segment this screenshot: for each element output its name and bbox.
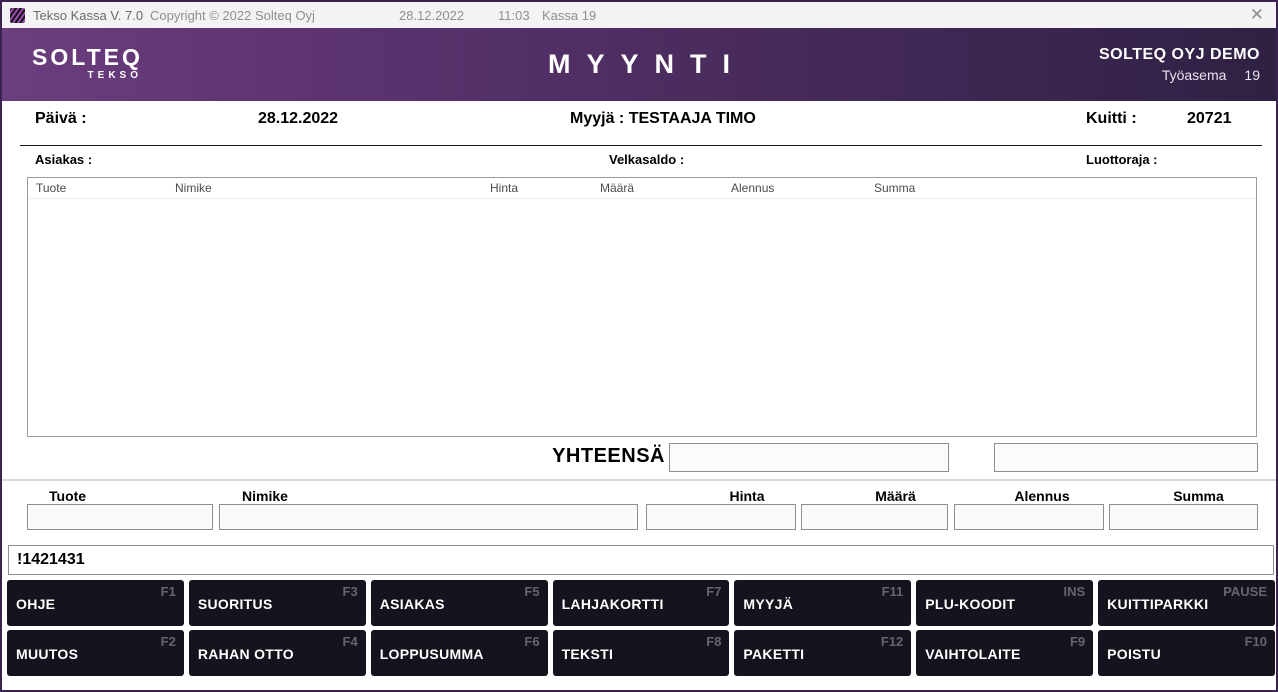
table-header-row: Tuote Nimike Hinta Määrä Alennus Summa bbox=[28, 178, 1256, 199]
f5-key-label: F5 bbox=[524, 584, 539, 599]
section-separator bbox=[2, 479, 1276, 481]
copyright-text: Copyright © 2022 Solteq Oyj bbox=[150, 8, 315, 23]
plu-koodit-button[interactable]: INS PLU-KOODIT bbox=[916, 580, 1093, 626]
company-name: SOLTEQ OYJ DEMO bbox=[1099, 46, 1260, 64]
ohje-button[interactable]: F1 OHJE bbox=[7, 580, 184, 626]
summa-input[interactable] bbox=[1109, 504, 1258, 530]
f6-key-label: F6 bbox=[524, 634, 539, 649]
page-title: MYYNTI bbox=[2, 49, 1276, 80]
app-window: Tekso Kassa V. 7.0 Copyright © 2022 Solt… bbox=[0, 0, 1278, 692]
kuittiparkki-button[interactable]: PAUSE KUITTIPARKKI bbox=[1098, 580, 1275, 626]
nimike-input[interactable] bbox=[219, 504, 638, 530]
maara-input[interactable] bbox=[801, 504, 948, 530]
col-header-hinta: Hinta bbox=[490, 181, 518, 195]
customer-label: Asiakas : bbox=[35, 152, 92, 167]
seller-value: TESTAAJA TIMO bbox=[629, 110, 756, 127]
total-label: YHTEENSÄ bbox=[542, 445, 665, 468]
f10-key-label: F10 bbox=[1245, 634, 1267, 649]
hinta-input[interactable] bbox=[646, 504, 796, 530]
summa-field-label: Summa bbox=[1109, 488, 1258, 504]
f9-key-label: F9 bbox=[1070, 634, 1085, 649]
col-header-alennus: Alennus bbox=[731, 181, 774, 195]
asiakas-button[interactable]: F5 ASIAKAS bbox=[371, 580, 548, 626]
receipt-label: Kuitti : bbox=[1086, 110, 1137, 128]
suoritus-button[interactable]: F3 SUORITUS bbox=[189, 580, 366, 626]
poistu-button[interactable]: F10 POISTU bbox=[1098, 630, 1275, 676]
col-header-summa: Summa bbox=[874, 181, 915, 195]
loppusumma-button[interactable]: F6 LOPPUSUMMA bbox=[371, 630, 548, 676]
customer-info-row: Asiakas : Velkasaldo : Luottoraja : bbox=[2, 152, 1276, 170]
ins-key-label: INS bbox=[1063, 584, 1085, 599]
entry-field-hinta: Hinta bbox=[646, 488, 796, 504]
date-value: 28.12.2022 bbox=[258, 110, 338, 128]
app-logo-icon bbox=[10, 8, 25, 23]
entry-field-tuote: Tuote bbox=[27, 488, 213, 504]
paketti-button[interactable]: F12 PAKETTI bbox=[734, 630, 911, 676]
f4-key-label: F4 bbox=[343, 634, 358, 649]
entry-field-maara: Määrä bbox=[801, 488, 948, 504]
col-header-tuote: Tuote bbox=[36, 181, 66, 195]
hinta-field-label: Hinta bbox=[646, 488, 796, 504]
workstation-label: Työasema bbox=[1162, 67, 1227, 83]
window-title: Tekso Kassa V. 7.0 bbox=[33, 8, 143, 23]
seller-info: Myyjä : TESTAAJA TIMO bbox=[570, 110, 756, 128]
close-icon[interactable]: ✕ bbox=[1250, 5, 1264, 25]
sale-items-table: Tuote Nimike Hinta Määrä Alennus Summa bbox=[27, 177, 1257, 437]
titlebar: Tekso Kassa V. 7.0 Copyright © 2022 Solt… bbox=[2, 2, 1276, 28]
muutos-button[interactable]: F2 MUUTOS bbox=[7, 630, 184, 676]
titlebar-date: 28.12.2022 bbox=[399, 8, 464, 23]
tuote-field-label: Tuote bbox=[27, 488, 213, 504]
divider-line bbox=[20, 145, 1262, 146]
f7-key-label: F7 bbox=[706, 584, 721, 599]
header-right-block: SOLTEQ OYJ DEMO Työasema 19 bbox=[1099, 46, 1260, 83]
alennus-input[interactable] bbox=[954, 504, 1104, 530]
vaihtolaite-button[interactable]: F9 VAIHTOLAITE bbox=[916, 630, 1093, 676]
maara-field-label: Määrä bbox=[801, 488, 948, 504]
alennus-field-label: Alennus bbox=[954, 488, 1104, 504]
col-header-maara: Määrä bbox=[600, 181, 634, 195]
workstation-info: Työasema 19 bbox=[1099, 67, 1260, 83]
pause-key-label: PAUSE bbox=[1223, 584, 1267, 599]
col-header-nimike: Nimike bbox=[175, 181, 212, 195]
sale-info-row: Päivä : 28.12.2022 Myyjä : TESTAAJA TIMO… bbox=[2, 110, 1276, 136]
command-line-input[interactable] bbox=[8, 545, 1274, 575]
myyja-button[interactable]: F11 MYYJÄ bbox=[734, 580, 911, 626]
workstation-number: 19 bbox=[1244, 67, 1260, 83]
table-body-empty bbox=[28, 199, 1256, 436]
debt-balance-label: Velkasaldo : bbox=[609, 152, 684, 167]
entry-field-alennus: Alennus bbox=[954, 488, 1104, 504]
f3-key-label: F3 bbox=[343, 584, 358, 599]
credit-limit-label: Luottoraja : bbox=[1086, 152, 1158, 167]
titlebar-register: Kassa 19 bbox=[542, 8, 596, 23]
app-header: SOLTEQ TEKSO MYYNTI SOLTEQ OYJ DEMO Työa… bbox=[2, 28, 1276, 101]
function-key-grid: F1 OHJE F3 SUORITUS F5 ASIAKAS F7 LAHJAK… bbox=[7, 580, 1275, 676]
total-secondary-field bbox=[994, 443, 1258, 472]
receipt-number: 20721 bbox=[1187, 110, 1232, 128]
titlebar-time: 11:03 bbox=[498, 8, 530, 23]
f1-key-label: F1 bbox=[161, 584, 176, 599]
date-label: Päivä : bbox=[35, 110, 87, 128]
f12-key-label: F12 bbox=[881, 634, 903, 649]
nimike-field-label: Nimike bbox=[219, 488, 638, 504]
teksti-button[interactable]: F8 TEKSTI bbox=[553, 630, 730, 676]
f11-key-label: F11 bbox=[882, 584, 904, 599]
entry-field-summa: Summa bbox=[1109, 488, 1258, 504]
tuote-input[interactable] bbox=[27, 504, 213, 530]
entry-field-nimike: Nimike bbox=[219, 488, 638, 504]
f2-key-label: F2 bbox=[161, 634, 176, 649]
lahjakortti-button[interactable]: F7 LAHJAKORTTI bbox=[553, 580, 730, 626]
total-amount-field bbox=[669, 443, 949, 472]
seller-label: Myyjä : bbox=[570, 110, 624, 127]
rahan-otto-button[interactable]: F4 RAHAN OTTO bbox=[189, 630, 366, 676]
f8-key-label: F8 bbox=[706, 634, 721, 649]
